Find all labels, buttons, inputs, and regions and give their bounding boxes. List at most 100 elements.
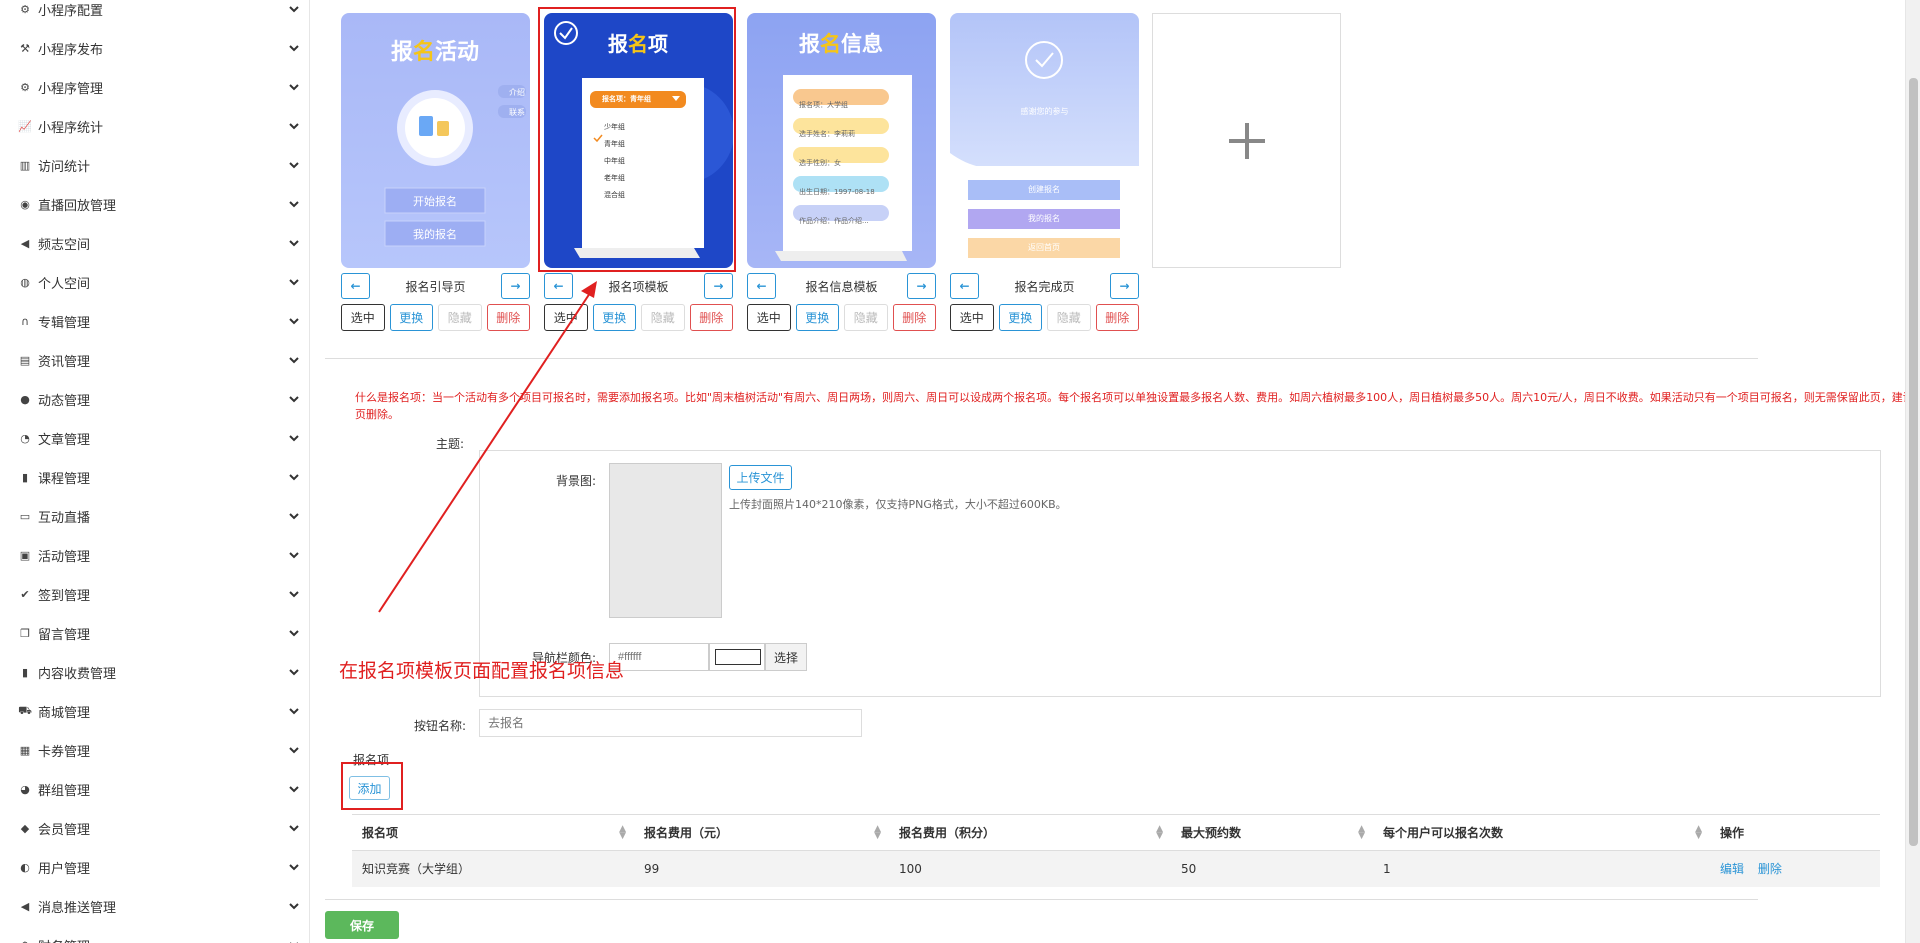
sidebar-item[interactable]: ▤ 资讯管理 (0, 341, 309, 380)
item-option: 混合组 (604, 191, 625, 199)
complete-btn-home: 返回首页 (1028, 243, 1060, 252)
choose-color-button[interactable]: 选择 (765, 643, 807, 671)
template-actions: 选中 更换 隐藏 删除 (341, 304, 530, 331)
sidebar-item[interactable]: ▮ 内容收费管理 (0, 653, 309, 692)
sidebar-item[interactable]: ◆ 会员管理 (0, 809, 309, 848)
check-icon: ✔ (20, 588, 30, 601)
guide-tag-intro: 介绍 (509, 88, 525, 97)
select-button[interactable]: 选中 (747, 304, 791, 331)
template-card-guide[interactable]: 报名活动 介绍 联系 开始报名 我的报名 (341, 13, 530, 268)
select-button[interactable]: 选中 (544, 304, 588, 331)
sidebar-item[interactable]: ▮ 课程管理 (0, 458, 309, 497)
sidebar-item[interactable]: ⛟ 商城管理 (0, 692, 309, 731)
cell-points: 100 (889, 850, 1171, 887)
col-header-points[interactable]: 报名费用（积分） ▲ ▼ (889, 814, 1171, 851)
template-card-info[interactable]: 报名信息 报名项：大学组 选手姓名：李莉莉 选手性别：女 出生日期：1997-0… (747, 13, 936, 268)
scrollbar-thumb[interactable] (1909, 78, 1918, 846)
chevron-down-icon (289, 825, 299, 832)
guide-start-button: 开始报名 (413, 195, 457, 208)
template-info-title: 报名信息 (799, 32, 883, 56)
broadcast-icon: ◉ (20, 198, 30, 211)
volume-icon: ◀ (20, 900, 30, 913)
chevron-down-icon (289, 630, 299, 637)
change-button[interactable]: 更换 (795, 304, 839, 331)
col-header-name[interactable]: 报名项 ▲ ▼ (352, 814, 634, 851)
upload-file-button[interactable]: 上传文件 (729, 465, 792, 490)
chevron-down-icon (289, 240, 299, 247)
hide-button[interactable]: 隐藏 (844, 304, 888, 331)
move-right-button[interactable]: → (907, 273, 936, 299)
info-field: 选手性别：女 (799, 159, 841, 167)
sidebar-item[interactable]: ▥ 访问统计 (0, 146, 309, 185)
sidebar-item-label: 资讯管理 (38, 355, 91, 370)
delete-button[interactable]: 删除 (689, 304, 733, 331)
sidebar-item[interactable]: ◀ 消息推送管理 (0, 887, 309, 926)
sidebar-item[interactable]: ✔ 签到管理 (0, 575, 309, 614)
sidebar-item[interactable]: ◐ 用户管理 (0, 848, 309, 887)
items-label: 报名项 (353, 753, 390, 767)
chevron-down-icon (289, 201, 299, 208)
delete-button[interactable]: 删除 (1095, 304, 1139, 331)
change-button[interactable]: 更换 (592, 304, 636, 331)
move-right-button[interactable]: → (501, 273, 530, 299)
chevron-down-icon (289, 279, 299, 286)
sidebar-item[interactable]: ⚙ 小程序配置 (0, 0, 309, 29)
btn-name-input[interactable] (479, 709, 862, 737)
wechat-icon: ◔ (20, 432, 30, 445)
change-button[interactable]: 更换 (389, 304, 433, 331)
sidebar-item[interactable]: ● 动态管理 (0, 380, 309, 419)
items-table: 报名项 ▲ ▼ 报名费用（元） ▲ ▼ 报名费用（积分） ▲ ▼ 最大预约数 ▲ ▼ 每个用户可… (352, 814, 1880, 887)
change-button[interactable]: 更换 (998, 304, 1042, 331)
sidebar-item-label: 活动管理 (38, 550, 91, 565)
sidebar-item[interactable]: ⚒ 小程序发布 (0, 29, 309, 68)
sidebar-item[interactable]: ◀ 频志空间 (0, 224, 309, 263)
hide-button[interactable]: 隐藏 (641, 304, 685, 331)
item-options-list: 少年组 青年组 中年组 老年组 混合组 (604, 119, 625, 204)
sidebar-item[interactable]: ◍ 个人空间 (0, 263, 309, 302)
chevron-down-icon (289, 396, 299, 403)
save-button[interactable]: 保存 (325, 911, 399, 939)
move-left-button[interactable]: ← (544, 273, 573, 299)
sidebar-item-label: 签到管理 (38, 589, 91, 604)
move-left-button[interactable]: ← (950, 273, 979, 299)
hide-button[interactable]: 隐藏 (438, 304, 482, 331)
add-template-card[interactable] (1152, 13, 1341, 268)
col-header-times[interactable]: 每个用户可以报名次数 ▲ ▼ (1373, 814, 1710, 851)
col-header-max[interactable]: 最大预约数 ▲ ▼ (1171, 814, 1373, 851)
annotation-text: 在报名项模板页面配置报名项信息 (339, 660, 625, 682)
vertical-scrollbar[interactable] (1905, 0, 1920, 943)
sidebar-item[interactable]: ∩ 专辑管理 (0, 302, 309, 341)
move-right-button[interactable]: → (1110, 273, 1139, 299)
select-button[interactable]: 选中 (341, 304, 385, 331)
move-left-button[interactable]: ← (747, 273, 776, 299)
sidebar-item[interactable]: ◉ 直播回放管理 (0, 185, 309, 224)
sidebar-item[interactable]: ◔ 文章管理 (0, 419, 309, 458)
sidebar-item[interactable]: ⚙ 小程序管理 (0, 68, 309, 107)
sidebar-item[interactable]: ◕ 群组管理 (0, 770, 309, 809)
template-caption-label: 报名引导页 (405, 280, 466, 294)
select-button[interactable]: 选中 (950, 304, 994, 331)
delete-button[interactable]: 删除 (892, 304, 936, 331)
item-option: 中年组 (604, 157, 625, 165)
add-item-button[interactable]: 添加 (349, 776, 390, 800)
template-card-complete[interactable]: 感谢您的参与 创建报名 我的报名 返回首页 (950, 13, 1139, 268)
sidebar-item[interactable]: ▦ 卡券管理 (0, 731, 309, 770)
delete-link[interactable]: 删除 (1758, 862, 1782, 876)
complete-message: 感谢您的参与 (1020, 107, 1069, 116)
sidebar-item[interactable]: ▭ 互动直播 (0, 497, 309, 536)
sidebar-item[interactable]: ▣ 活动管理 (0, 536, 309, 575)
hide-button[interactable]: 隐藏 (1047, 304, 1091, 331)
delete-button[interactable]: 删除 (486, 304, 530, 331)
move-left-button[interactable]: ← (341, 273, 370, 299)
edit-link[interactable]: 编辑 (1720, 862, 1744, 876)
move-right-button[interactable]: → (704, 273, 733, 299)
template-card-item[interactable]: 报名项 报名项：青年组 少年组 青年组 中年组 老年组 混合组 (544, 13, 733, 268)
sidebar-item-label: 财务管理 (38, 936, 90, 943)
line-chart-icon: 📈 (18, 120, 32, 133)
sidebar-item[interactable]: $ 财务管理 (0, 926, 309, 943)
col-header-fee[interactable]: 报名费用（元） ▲ ▼ (634, 814, 889, 851)
color-swatch[interactable] (709, 643, 765, 671)
arrow-left-icon: ← (350, 279, 361, 293)
sidebar-item[interactable]: ❐ 留言管理 (0, 614, 309, 653)
sidebar-item[interactable]: 📈 小程序统计 (0, 107, 309, 146)
